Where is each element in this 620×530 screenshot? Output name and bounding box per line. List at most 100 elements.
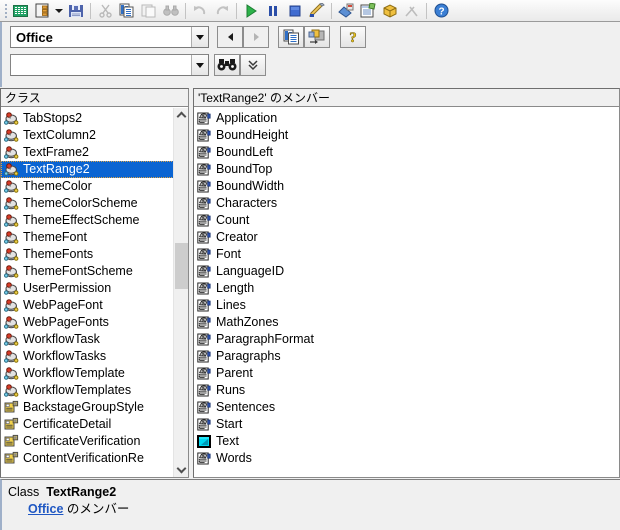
library-link[interactable]: Office: [28, 502, 63, 516]
toolbar-separator: [426, 2, 427, 19]
class-list-item[interactable]: UserPermission: [1, 280, 188, 297]
chevron-down-icon[interactable]: [191, 27, 208, 47]
class-list-item[interactable]: ThemeEffectScheme: [1, 212, 188, 229]
class-list-item[interactable]: TextFrame2: [1, 144, 188, 161]
scrollbar-thumb[interactable]: [175, 243, 188, 289]
classes-list[interactable]: TabStops2 TextColumn2 TextFrame2 TextRange2…: [1, 110, 188, 467]
enum-icon: [4, 434, 19, 447]
scroll-up-button[interactable]: [174, 108, 189, 123]
classes-list-viewport[interactable]: TabStops2 TextColumn2 TextFrame2 TextRange2…: [1, 108, 188, 477]
paste-icon[interactable]: [138, 1, 160, 21]
scroll-down-button[interactable]: [174, 462, 189, 477]
enum-icon: [4, 417, 19, 430]
class-list-item[interactable]: CertificateVerification: [1, 433, 188, 450]
class-list-item[interactable]: TextColumn2: [1, 127, 188, 144]
design-mode-icon[interactable]: [306, 1, 328, 21]
member-list-item[interactable]: Lines: [194, 297, 619, 314]
class-list-item[interactable]: WebPageFont: [1, 297, 188, 314]
member-list-item[interactable]: BoundHeight: [194, 127, 619, 144]
save-icon[interactable]: [65, 1, 87, 21]
excel-view-icon[interactable]: [9, 1, 31, 21]
member-list-item[interactable]: Parent: [194, 365, 619, 382]
show-hide-search-results-button[interactable]: [240, 54, 266, 76]
view-definition-button[interactable]: [304, 26, 330, 48]
properties-window-icon[interactable]: [357, 1, 379, 21]
insert-module-icon[interactable]: [31, 1, 53, 21]
toolbar-grip[interactable]: [2, 2, 9, 20]
class-list-item[interactable]: WorkflowTemplates: [1, 382, 188, 399]
class-list-item[interactable]: WebPageFonts: [1, 314, 188, 331]
class-list-item[interactable]: ContentVerificationRe: [1, 450, 188, 467]
member-list-item[interactable]: BoundLeft: [194, 144, 619, 161]
property-icon: [197, 367, 211, 380]
class-list-item[interactable]: BackstageGroupStyle: [1, 399, 188, 416]
class-list-item[interactable]: TextRange2: [1, 161, 188, 178]
object-browser-icon[interactable]: [379, 1, 401, 21]
class-list-item[interactable]: CertificateDetail: [1, 416, 188, 433]
member-list-item[interactable]: Start: [194, 416, 619, 433]
undo-icon[interactable]: [189, 1, 211, 21]
property-icon: [197, 163, 211, 176]
class-list-item[interactable]: WorkflowTasks: [1, 348, 188, 365]
members-list[interactable]: Application BoundHeight BoundLeft BoundTop B…: [194, 110, 619, 467]
member-list-item[interactable]: BoundWidth: [194, 178, 619, 195]
property-icon: [197, 146, 211, 159]
member-list-item[interactable]: LanguageID: [194, 263, 619, 280]
member-list-item[interactable]: Paragraphs: [194, 348, 619, 365]
property-icon: [197, 231, 211, 244]
object-browser-window: ? Office ? クラス TabStops2 TextColumn2 Tex…: [0, 0, 620, 530]
redo-icon[interactable]: [211, 1, 233, 21]
property-icon: [197, 384, 211, 397]
copy-to-clipboard-button[interactable]: [278, 26, 304, 48]
member-list-item[interactable]: Text: [194, 433, 619, 450]
member-list-item[interactable]: Words: [194, 450, 619, 467]
class-list-item-label: TextRange2: [23, 162, 90, 176]
property-icon: [197, 197, 211, 210]
help-icon[interactable]: ?: [430, 1, 452, 21]
member-list-item[interactable]: ParagraphFormat: [194, 331, 619, 348]
member-list-item-label: Characters: [216, 196, 278, 210]
class-list-item-label: WebPageFont: [23, 298, 103, 312]
class-list-item[interactable]: TabStops2: [1, 110, 188, 127]
find-icon[interactable]: [160, 1, 182, 21]
go-back-button[interactable]: [217, 26, 243, 48]
member-list-item[interactable]: Creator: [194, 229, 619, 246]
member-list-item[interactable]: Sentences: [194, 399, 619, 416]
project-explorer-icon[interactable]: [335, 1, 357, 21]
member-list-item[interactable]: Characters: [194, 195, 619, 212]
copy-icon[interactable]: [116, 1, 138, 21]
member-list-item[interactable]: Runs: [194, 382, 619, 399]
class-list-item-label: ThemeFont: [23, 230, 87, 244]
chevron-down-icon[interactable]: [191, 55, 208, 75]
help-button[interactable]: ?: [340, 26, 366, 48]
class-list-item[interactable]: ThemeColor: [1, 178, 188, 195]
member-list-item[interactable]: Application: [194, 110, 619, 127]
class-list-item[interactable]: WorkflowTask: [1, 331, 188, 348]
toolbox-icon[interactable]: [401, 1, 423, 21]
reset-icon[interactable]: [284, 1, 306, 21]
members-list-viewport[interactable]: Application BoundHeight BoundLeft BoundTop B…: [194, 108, 619, 477]
member-list-item[interactable]: Count: [194, 212, 619, 229]
class-list-item[interactable]: ThemeFont: [1, 229, 188, 246]
class-list-item[interactable]: ThemeFontScheme: [1, 263, 188, 280]
class-list-item[interactable]: WorkflowTemplate: [1, 365, 188, 382]
go-forward-button[interactable]: [243, 26, 269, 48]
search-button[interactable]: [214, 54, 240, 76]
class-list-item[interactable]: ThemeColorScheme: [1, 195, 188, 212]
run-icon[interactable]: [240, 1, 262, 21]
break-icon[interactable]: [262, 1, 284, 21]
enum-icon: [4, 400, 19, 413]
search-combobox[interactable]: [10, 54, 209, 76]
library-combobox[interactable]: Office: [10, 26, 209, 48]
class-icon: [4, 367, 19, 380]
member-list-item[interactable]: MathZones: [194, 314, 619, 331]
member-list-item[interactable]: BoundTop: [194, 161, 619, 178]
member-list-item[interactable]: Font: [194, 246, 619, 263]
cut-icon[interactable]: [94, 1, 116, 21]
insert-dropdown-icon[interactable]: [53, 1, 65, 21]
classes-scrollbar[interactable]: [173, 108, 188, 477]
member-list-item-label: Lines: [216, 298, 246, 312]
member-list-item[interactable]: Length: [194, 280, 619, 297]
class-list-item[interactable]: ThemeFonts: [1, 246, 188, 263]
class-list-item-label: CertificateDetail: [23, 417, 112, 431]
